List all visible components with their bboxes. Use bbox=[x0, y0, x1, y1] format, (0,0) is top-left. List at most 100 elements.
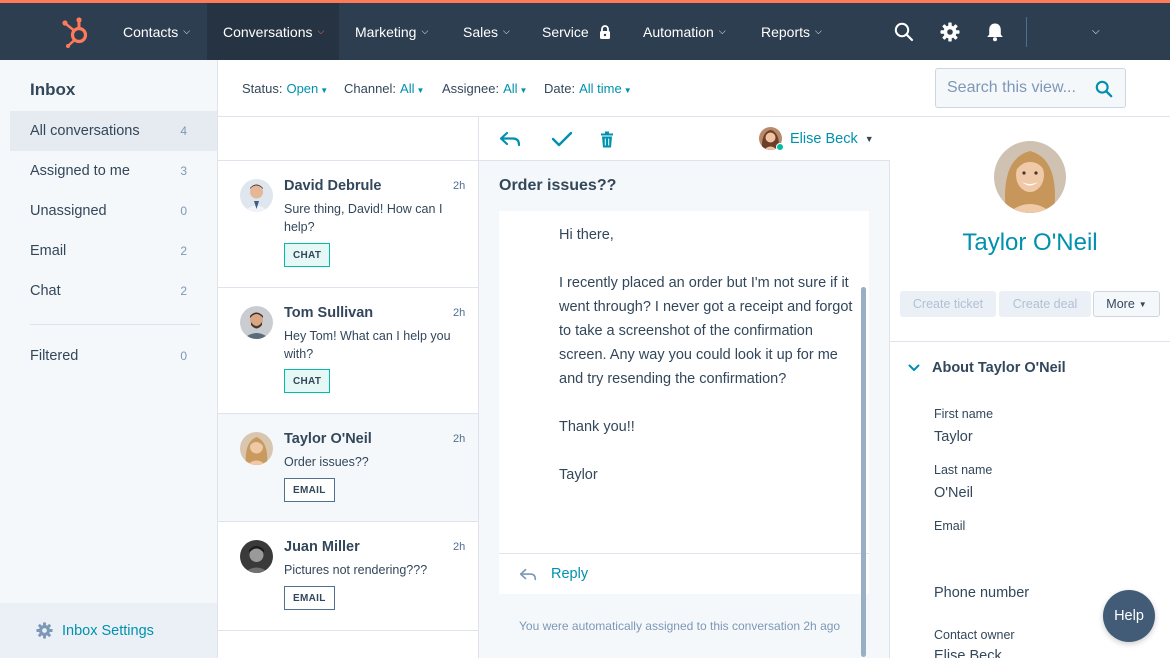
trash-icon[interactable] bbox=[594, 127, 620, 151]
thread-subject: Order issues?? bbox=[499, 177, 617, 194]
contact-panel: Taylor O'Neil Create ticket Create deal … bbox=[890, 117, 1170, 658]
bell-icon[interactable] bbox=[977, 3, 1013, 60]
contact-owner-field[interactable]: Elise Beck bbox=[934, 648, 1002, 658]
chevron-down-icon: ⌵ bbox=[718, 26, 726, 36]
inbox-sidebar: Inbox All conversations 4 Assigned to me 3… bbox=[0, 60, 218, 658]
checkmark-icon[interactable] bbox=[549, 127, 575, 151]
assignee-filter[interactable]: Assignee: All ▼ bbox=[442, 81, 527, 96]
nav-automation[interactable]: Automation ⌵ bbox=[627, 3, 742, 60]
avatar bbox=[240, 540, 273, 573]
chevron-down-icon: ⌵ bbox=[183, 26, 191, 36]
chevron-down-icon bbox=[908, 364, 920, 372]
sidebar-item-label: Email bbox=[30, 243, 67, 259]
hubspot-logo-icon[interactable] bbox=[56, 13, 96, 53]
caret-down-icon: ▼ bbox=[519, 86, 528, 95]
owner-selector[interactable]: Elise Beck ▼ bbox=[759, 127, 874, 151]
contact-name: David Debrule bbox=[284, 178, 382, 194]
message-preview: Sure thing, David! How can I help? bbox=[284, 202, 443, 234]
sidebar-item-count: 4 bbox=[180, 124, 187, 138]
first-name-field[interactable]: Taylor bbox=[934, 429, 973, 445]
nav-reports[interactable]: Reports ⌵ bbox=[745, 3, 838, 60]
filter-label: Date: bbox=[544, 81, 576, 96]
message-card: Hi there, I recently placed an order but… bbox=[499, 211, 869, 553]
conversation-item-taylor-oneil[interactable]: Taylor O'Neil 2h Order issues?? EMAIL bbox=[218, 414, 478, 522]
sidebar-item-assigned-to-me[interactable]: Assigned to me 3 bbox=[10, 151, 217, 191]
conversation-item-david-debrule[interactable]: David Debrule 2h Sure thing, David! How … bbox=[218, 161, 478, 288]
owner-name: Elise Beck bbox=[790, 130, 858, 147]
more-button[interactable]: More ▼ bbox=[1093, 291, 1160, 317]
lock-icon bbox=[599, 24, 611, 39]
thread-scrollbar[interactable] bbox=[861, 287, 866, 657]
caret-down-icon: ▼ bbox=[416, 86, 425, 95]
chevron-down-icon: ⌵ bbox=[503, 26, 510, 36]
nav-reports-label: Reports bbox=[761, 23, 811, 40]
reply-arrow-icon[interactable] bbox=[497, 127, 523, 151]
search-input[interactable] bbox=[947, 79, 1087, 97]
sidebar-item-email[interactable]: Email 2 bbox=[10, 231, 217, 271]
caret-down-icon: ▼ bbox=[320, 86, 329, 95]
timestamp: 2h bbox=[453, 433, 466, 445]
online-status-dot bbox=[776, 143, 784, 151]
sidebar-item-filtered[interactable]: Filtered 0 bbox=[10, 336, 217, 376]
search-icon[interactable] bbox=[1095, 80, 1113, 103]
message-preview: Order issues?? bbox=[284, 455, 369, 469]
caret-down-icon: ▼ bbox=[623, 86, 632, 95]
timestamp: 2h bbox=[453, 307, 466, 319]
contact-name-heading: Taylor O'Neil bbox=[962, 229, 1098, 256]
panel-divider bbox=[890, 341, 1170, 342]
contact-name: Taylor O'Neil bbox=[284, 431, 372, 447]
reply-button[interactable]: Reply bbox=[499, 553, 869, 594]
thread-toolbar: Elise Beck ▼ bbox=[479, 117, 890, 161]
last-name-label: Last name bbox=[934, 463, 993, 477]
filter-value: All time bbox=[579, 81, 622, 96]
filter-value: All bbox=[400, 81, 415, 96]
sidebar-item-count: 0 bbox=[180, 204, 187, 218]
nav-service[interactable]: Service bbox=[526, 3, 627, 60]
help-button[interactable]: Help bbox=[1103, 590, 1155, 642]
gear-icon[interactable] bbox=[932, 3, 968, 60]
nav-contacts[interactable]: Contacts ⌵ bbox=[107, 3, 206, 60]
search-icon[interactable] bbox=[886, 3, 922, 60]
sidebar-divider bbox=[30, 324, 200, 325]
status-filter[interactable]: Status: Open ▼ bbox=[242, 81, 328, 96]
conversation-item-tom-sullivan[interactable]: Tom Sullivan 2h Hey Tom! What can I help… bbox=[218, 288, 478, 414]
create-deal-button[interactable]: Create deal bbox=[999, 291, 1091, 317]
conversation-list: David Debrule 2h Sure thing, David! How … bbox=[218, 117, 479, 658]
sidebar-item-label: Unassigned bbox=[30, 203, 107, 219]
gear-icon bbox=[36, 622, 53, 639]
avatar bbox=[240, 306, 273, 339]
inbox-settings-label: Inbox Settings bbox=[62, 622, 154, 639]
message-paragraph: Taylor bbox=[559, 467, 598, 483]
message-preview: Pictures not rendering??? bbox=[284, 563, 428, 577]
sidebar-item-all-conversations[interactable]: All conversations 4 bbox=[10, 111, 217, 151]
contact-name: Tom Sullivan bbox=[284, 305, 374, 321]
nav-sales[interactable]: Sales ⌵ bbox=[447, 3, 526, 60]
chevron-down-icon: ⌵ bbox=[815, 26, 822, 36]
filter-value: Open bbox=[286, 81, 319, 96]
contact-avatar bbox=[994, 141, 1066, 213]
last-name-field[interactable]: O'Neil bbox=[934, 485, 973, 501]
inbox-settings-link[interactable]: Inbox Settings bbox=[0, 603, 217, 658]
sidebar-item-unassigned[interactable]: Unassigned 0 bbox=[10, 191, 217, 231]
sidebar-item-chat[interactable]: Chat 2 bbox=[10, 271, 217, 311]
channel-filter[interactable]: Channel: All ▼ bbox=[344, 81, 424, 96]
conversation-item-juan-miller[interactable]: Juan Miller 2h Pictures not rendering???… bbox=[218, 522, 478, 631]
reply-arrow-icon bbox=[519, 568, 537, 581]
date-filter[interactable]: Date: All time ▼ bbox=[544, 81, 632, 96]
assignment-note: You were automatically assigned to this … bbox=[519, 619, 841, 633]
phone-number-label[interactable]: Phone number bbox=[934, 585, 1029, 601]
nav-conversations[interactable]: Conversations ⌵ bbox=[207, 3, 339, 60]
nav-marketing[interactable]: Marketing ⌵ bbox=[339, 3, 444, 60]
sidebar-item-label: All conversations bbox=[30, 123, 140, 139]
filter-bar: Status: Open ▼ Channel: All ▼ Assignee: All ▼ … bbox=[218, 60, 1170, 117]
chevron-down-icon: ⌵ bbox=[421, 26, 429, 36]
sidebar-item-label: Chat bbox=[30, 283, 61, 299]
account-menu-chevron-icon[interactable]: ⌵ bbox=[1092, 3, 1100, 60]
list-header bbox=[218, 117, 478, 161]
create-ticket-button[interactable]: Create ticket bbox=[900, 291, 996, 317]
message-paragraph: I recently placed an order but I'm not s… bbox=[559, 275, 853, 387]
caret-down-icon: ▼ bbox=[864, 133, 874, 144]
contact-owner-label: Contact owner bbox=[934, 628, 1015, 642]
about-section-toggle[interactable]: About Taylor O'Neil bbox=[908, 360, 1066, 376]
nav-service-label: Service bbox=[542, 23, 589, 40]
